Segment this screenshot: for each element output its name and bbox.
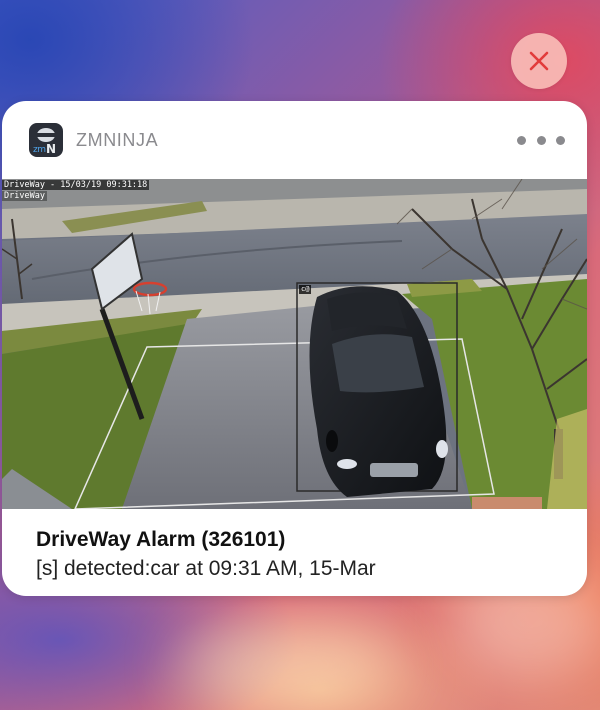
camera-name-overlay: DriveWay	[2, 191, 47, 201]
lock-screen-background: zm N ZMNINJA DriveWay - 15/03/19 09:31:1…	[0, 0, 600, 710]
notification-title: DriveWay Alarm (326101)	[36, 528, 286, 551]
camera-timestamp-overlay: DriveWay - 15/03/19 09:31:18	[2, 180, 150, 190]
more-options-button[interactable]	[517, 129, 565, 151]
driveway-scene	[2, 179, 587, 509]
ellipsis-icon	[556, 135, 565, 145]
camera-snapshot-image[interactable]: DriveWay - 15/03/19 09:31:18 DriveWay c@	[2, 179, 587, 509]
zmninja-app-icon: zm N	[29, 123, 63, 157]
notification-message: [s] detected:car at 09:31 AM, 15-Mar	[36, 557, 376, 580]
detection-tag: c@	[299, 285, 312, 294]
close-button[interactable]	[511, 33, 567, 89]
notification-header: zm N ZMNINJA	[2, 101, 587, 179]
ellipsis-icon	[517, 135, 526, 145]
notification-card[interactable]: zm N ZMNINJA DriveWay - 15/03/19 09:31:1…	[2, 101, 587, 596]
close-icon	[529, 51, 549, 71]
ellipsis-icon	[536, 135, 546, 145]
background-blur-blob	[180, 620, 400, 710]
notification-body: DriveWay Alarm (326101) [s] detected:car…	[2, 509, 587, 596]
app-name: ZMNINJA	[76, 130, 159, 150]
